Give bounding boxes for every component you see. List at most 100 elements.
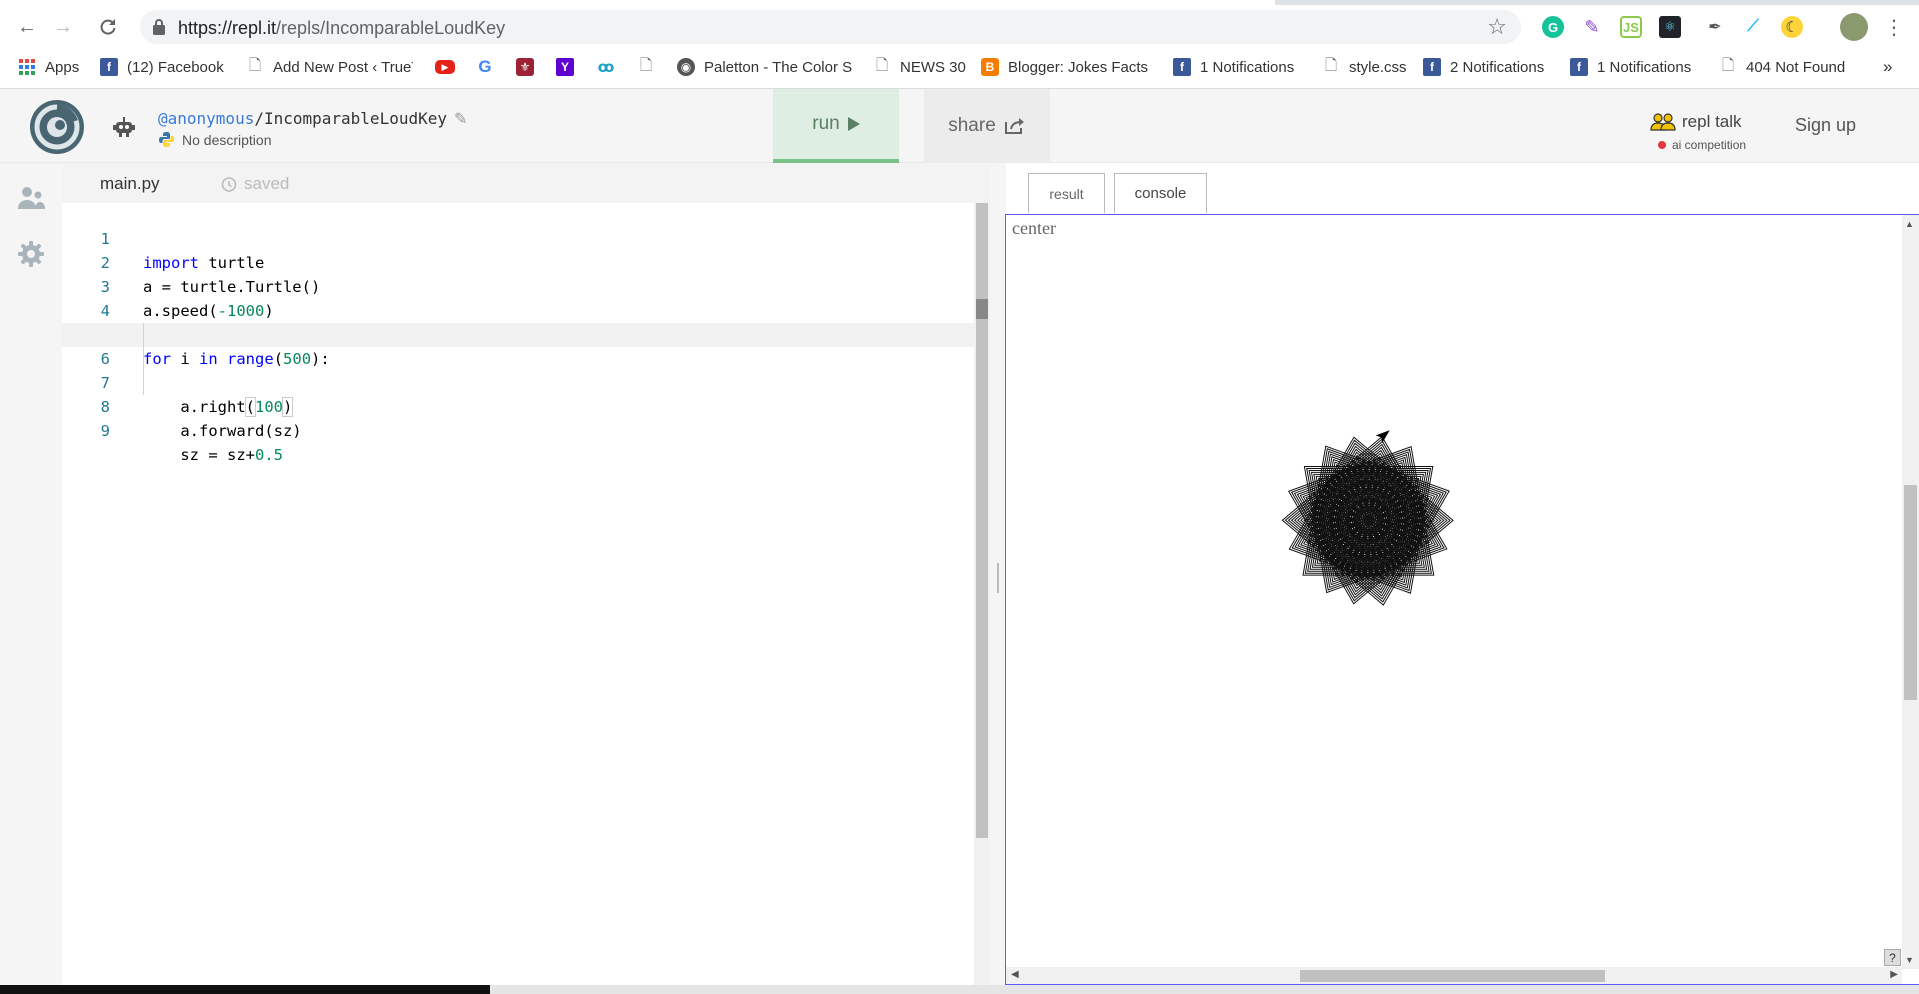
bookmark-facebook[interactable]: f (12) Facebook bbox=[100, 56, 224, 78]
turtle-canvas bbox=[1281, 430, 1454, 606]
live-dot-icon bbox=[1658, 141, 1666, 149]
bookmark-apps[interactable]: Apps bbox=[18, 56, 79, 78]
grammarly-icon[interactable]: G bbox=[1542, 16, 1564, 38]
night-mode-icon[interactable]: ☾ bbox=[1781, 16, 1803, 38]
indent-guide bbox=[143, 323, 144, 347]
output-tab-bar: result console bbox=[1006, 163, 1919, 215]
settings-gear-icon[interactable] bbox=[16, 239, 46, 269]
page-icon: 🗋 bbox=[639, 56, 653, 74]
flutter-icon[interactable]: ⟋ bbox=[1742, 16, 1764, 38]
repl-talk-link[interactable]: repl talk bbox=[1650, 112, 1742, 132]
tab-result[interactable]: result bbox=[1028, 173, 1105, 213]
reload-button[interactable] bbox=[94, 13, 122, 41]
play-icon bbox=[847, 117, 860, 131]
code-line[interactable]: 4 sz = 2 bbox=[62, 275, 974, 344]
edit-title-pencil-icon[interactable]: ✎ bbox=[454, 109, 467, 129]
bookmark-blogger[interactable]: B Blogger: Jokes Facts T bbox=[981, 56, 1150, 78]
bookmark-notifications-1[interactable]: f 1 Notifications bbox=[1173, 56, 1294, 78]
bookmark-notifications-3[interactable]: f 1 Notifications bbox=[1570, 56, 1691, 78]
back-button[interactable]: ← bbox=[13, 13, 41, 41]
code-line[interactable]: 1 import turtle bbox=[62, 203, 974, 272]
code-editor[interactable]: 1 import turtle 2 a = turtle.Turtle() 3 … bbox=[62, 203, 974, 985]
bookmark-add-new-post[interactable]: 🗋 Add New Post ‹ TrueT bbox=[246, 56, 413, 78]
anonymous-avatar-icon bbox=[113, 117, 135, 137]
bookmark-google[interactable]: G bbox=[476, 56, 503, 78]
sign-up-button[interactable]: Sign up bbox=[1795, 115, 1856, 136]
bookmarks-overflow-button[interactable]: » bbox=[1883, 56, 1892, 78]
output-horizontal-scrollbar[interactable]: ◀ ▶ bbox=[1006, 967, 1902, 984]
tab-strip bbox=[0, 0, 1919, 5]
pane-resize-handle[interactable] bbox=[990, 163, 1006, 985]
browser-chrome: ← → https://repl.it/repls/IncomparableLo… bbox=[0, 0, 1919, 89]
bookmark-style-css[interactable]: 🗋 style.css bbox=[1322, 56, 1407, 78]
scroll-down-icon[interactable]: ▼ bbox=[1905, 955, 1914, 965]
profile-avatar[interactable] bbox=[1840, 13, 1868, 41]
yahoo-icon: Y bbox=[556, 58, 574, 76]
line-number: 9 bbox=[100, 422, 110, 440]
pen-extension-icon[interactable]: ✎ bbox=[1581, 16, 1603, 38]
bookmark-crest[interactable]: ⚜ bbox=[516, 56, 543, 78]
output-hscroll-thumb[interactable] bbox=[1300, 970, 1605, 982]
scroll-left-icon[interactable]: ◀ bbox=[1011, 969, 1019, 980]
code-line[interactable]: 2 a = turtle.Turtle() bbox=[62, 227, 974, 296]
repl-owner-link[interactable]: @anonymous bbox=[158, 109, 254, 128]
turtle-output-frame: center ▲ ▼ ◀ ▶ ? bbox=[1005, 214, 1919, 985]
page-icon: 🗋 bbox=[1721, 56, 1735, 74]
share-button[interactable]: share bbox=[924, 89, 1050, 163]
code-line[interactable]: 8 sz = sz+0.5 bbox=[62, 371, 974, 464]
editor-cursor-marker bbox=[976, 299, 988, 319]
bookmark-icon: ꝏ bbox=[597, 58, 615, 76]
address-bar[interactable]: https://repl.it/repls/IncomparableLoudKe… bbox=[140, 10, 1521, 44]
people-icon bbox=[1650, 113, 1676, 131]
run-button[interactable]: run bbox=[773, 89, 899, 163]
code-text: sz = sz+0.5 bbox=[143, 446, 283, 464]
blogger-icon: B bbox=[981, 58, 999, 76]
file-tab-main-py[interactable]: main.py bbox=[100, 174, 160, 194]
bookmark-paletton[interactable]: ◉ Paletton - The Color S bbox=[677, 56, 852, 78]
code-line[interactable]: 3 a.speed(-1000) bbox=[62, 251, 974, 320]
page-icon: 🗋 bbox=[248, 56, 262, 74]
url-text: https://repl.it/repls/IncomparableLoudKe… bbox=[178, 18, 506, 38]
bookmark-youtube[interactable]: ▶ bbox=[435, 56, 464, 78]
bookmark-news30[interactable]: 🗋 NEWS 30 bbox=[873, 56, 966, 78]
editor-tab-bar: main.py saved bbox=[62, 163, 990, 203]
output-vscroll-thumb[interactable] bbox=[1904, 485, 1917, 700]
crest-icon: ⚜ bbox=[516, 58, 534, 76]
editor-scrollbar[interactable] bbox=[974, 203, 990, 985]
bookmark-blank-page[interactable]: 🗋 bbox=[637, 56, 664, 78]
scroll-right-icon[interactable]: ▶ bbox=[1890, 969, 1898, 980]
browser-menu-icon[interactable]: ⋮ bbox=[1880, 13, 1908, 41]
lock-icon bbox=[153, 19, 165, 35]
react-devtools-icon[interactable]: ⚛ bbox=[1659, 16, 1681, 38]
multiplayer-icon[interactable] bbox=[16, 183, 46, 213]
bookmark-yahoo[interactable]: Y bbox=[556, 56, 583, 78]
browser-toolbar: ← → https://repl.it/repls/IncomparableLo… bbox=[0, 8, 1919, 46]
code-line[interactable]: 7 a.forward(sz) bbox=[62, 347, 974, 440]
bookmark-notifications-2[interactable]: f 2 Notifications bbox=[1423, 56, 1544, 78]
repl-title: @anonymous/IncomparableLoudKey bbox=[158, 109, 447, 128]
apps-grid-icon bbox=[18, 58, 36, 76]
history-clock-icon bbox=[221, 176, 237, 192]
output-vertical-scrollbar[interactable]: ▲ ▼ bbox=[1902, 215, 1919, 969]
scroll-up-icon[interactable]: ▲ bbox=[1905, 219, 1914, 229]
help-button[interactable]: ? bbox=[1884, 949, 1901, 966]
facebook-icon: f bbox=[1173, 58, 1191, 76]
ai-competition-badge[interactable]: ai competition bbox=[1658, 138, 1746, 152]
reload-icon bbox=[100, 19, 116, 35]
bookmark-404[interactable]: 🗋 404 Not Found bbox=[1719, 56, 1845, 78]
tab-console[interactable]: console bbox=[1114, 173, 1207, 213]
code-line[interactable]: 5 for i in range(500): bbox=[62, 299, 974, 368]
forward-button[interactable]: → bbox=[49, 13, 77, 41]
save-status: saved bbox=[220, 174, 289, 194]
nodejs-icon[interactable]: JS bbox=[1620, 16, 1642, 38]
bookmark-star-icon[interactable]: ☆ bbox=[1487, 14, 1507, 40]
bookmark-unnamed[interactable]: ꝏ bbox=[597, 56, 624, 78]
code-line-current[interactable]: 6 a.right(100) bbox=[62, 323, 974, 417]
repl-description[interactable]: No description bbox=[158, 131, 272, 148]
bookmarks-bar: Apps f (12) Facebook 🗋 Add New Post ‹ Tr… bbox=[0, 52, 1919, 82]
repl-name: IncomparableLoudKey bbox=[263, 109, 447, 128]
replit-logo-icon[interactable] bbox=[29, 99, 85, 155]
eyedropper-icon[interactable]: ✒ bbox=[1704, 16, 1726, 38]
indent-guide bbox=[143, 347, 144, 371]
code-line[interactable]: 9 bbox=[62, 395, 974, 440]
